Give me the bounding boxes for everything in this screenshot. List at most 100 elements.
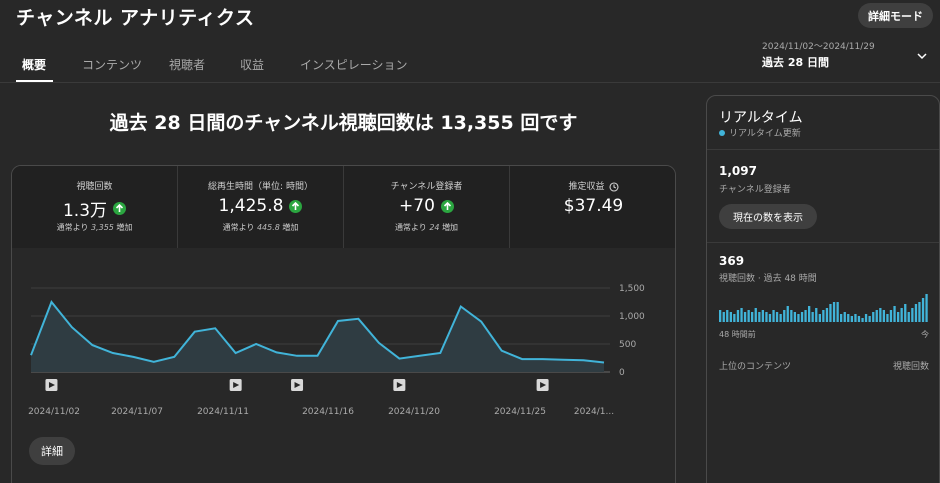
realtime-bar[interactable] — [815, 308, 818, 322]
realtime-bar[interactable] — [907, 312, 910, 322]
tab-inspiration[interactable]: インスピレーション — [300, 56, 408, 73]
views-chart[interactable]: 1,500 1,000 500 0 2024/11/02 2024/11/07 2024/1… — [12, 248, 675, 423]
realtime-bar[interactable] — [747, 310, 750, 322]
date-range-label[interactable]: 過去 28 日間 — [762, 54, 829, 70]
realtime-bar[interactable] — [822, 310, 825, 322]
realtime-bar[interactable] — [875, 310, 878, 322]
realtime-bar[interactable] — [754, 308, 757, 322]
realtime-bar[interactable] — [793, 312, 796, 322]
y-tick-label: 1,000 — [619, 312, 645, 322]
realtime-subscribers-value: 1,097 — [719, 164, 757, 178]
show-current-count-button[interactable]: 現在の数を表示 — [719, 204, 817, 229]
video-marker-icon[interactable] — [536, 379, 549, 391]
realtime-bar[interactable] — [886, 314, 889, 322]
video-marker-icon[interactable] — [393, 379, 406, 391]
advanced-mode-button[interactable]: 詳細モード — [858, 3, 933, 28]
arrow-up-icon — [113, 202, 127, 215]
realtime-bar[interactable] — [772, 310, 775, 322]
realtime-bar[interactable] — [864, 314, 868, 322]
realtime-bar[interactable] — [722, 312, 725, 322]
metric-tabs: 視聴回数 1.3万 通常より 3,355 増加 総再生時間（単位: 時間） 1,… — [12, 166, 675, 248]
realtime-bar[interactable] — [882, 310, 885, 322]
realtime-bar[interactable] — [832, 302, 836, 322]
realtime-bar[interactable] — [797, 314, 800, 322]
realtime-bar[interactable] — [761, 310, 764, 322]
realtime-bar[interactable] — [729, 312, 732, 322]
video-marker-icon[interactable] — [291, 379, 304, 391]
metric-label: チャンネル登録者 — [390, 182, 463, 192]
realtime-bar[interactable] — [900, 308, 903, 322]
realtime-bar[interactable] — [854, 314, 857, 322]
realtime-bar[interactable] — [779, 314, 782, 322]
realtime-bar[interactable] — [733, 314, 736, 322]
chevron-down-icon[interactable] — [916, 50, 928, 62]
realtime-bar[interactable] — [914, 304, 918, 322]
realtime-bar[interactable] — [786, 306, 789, 322]
page-title: チャンネル アナリティクス — [16, 7, 255, 29]
date-range-text[interactable]: 2024/11/02～2024/11/29 — [762, 39, 875, 52]
realtime-bar[interactable] — [843, 312, 846, 322]
video-marker-icon[interactable] — [229, 379, 242, 391]
realtime-bar[interactable] — [790, 310, 793, 322]
realtime-bar[interactable] — [736, 310, 740, 322]
video-marker-icon[interactable] — [45, 379, 58, 391]
realtime-bar[interactable] — [775, 312, 779, 322]
tab-content[interactable]: コンテンツ — [82, 56, 142, 73]
realtime-bar[interactable] — [825, 308, 829, 322]
realtime-bar[interactable] — [879, 308, 882, 322]
details-button[interactable]: 詳細 — [29, 437, 75, 465]
realtime-bar[interactable] — [783, 310, 786, 322]
realtime-bar[interactable] — [719, 310, 722, 322]
realtime-bar[interactable] — [768, 314, 772, 322]
metric-value-row: $37.49 — [510, 196, 675, 216]
overview-card: 視聴回数 1.3万 通常より 3,355 増加 総再生時間（単位: 時間） 1,… — [11, 165, 676, 483]
realtime-bar[interactable] — [829, 304, 832, 322]
metric-revenue[interactable]: 推定収益 $37.49 — [510, 166, 675, 248]
realtime-bar[interactable] — [868, 316, 871, 322]
realtime-bar[interactable] — [800, 312, 804, 322]
y-tick-label: 0 — [619, 368, 625, 378]
metric-note: 通常より 24 増加 — [394, 223, 459, 232]
live-dot-icon — [719, 129, 725, 136]
x-tick-label: 2024/11/11 — [197, 407, 249, 417]
realtime-bar[interactable] — [758, 312, 761, 322]
realtime-bar[interactable] — [850, 316, 853, 322]
realtime-bar[interactable] — [861, 318, 864, 322]
tab-overview[interactable]: 概要 — [22, 56, 46, 73]
realtime-bar[interactable] — [818, 314, 821, 322]
realtime-bar[interactable] — [836, 302, 839, 322]
realtime-bar[interactable] — [765, 312, 768, 322]
realtime-bar[interactable] — [840, 314, 843, 322]
metric-watch-time[interactable]: 総再生時間（単位: 時間） 1,425.8 通常より 445.8 増加 — [178, 166, 344, 248]
summary-headline: 過去 28 日間のチャンネル視聴回数は 13,355 回です — [109, 112, 578, 134]
realtime-bar[interactable] — [740, 308, 743, 322]
metric-note: 通常より 3,355 増加 — [56, 223, 133, 232]
realtime-bar[interactable] — [889, 310, 893, 322]
realtime-bar[interactable] — [918, 302, 921, 322]
realtime-bar[interactable] — [857, 316, 861, 322]
realtime-bar[interactable] — [751, 312, 754, 322]
arrow-up-icon — [440, 199, 454, 213]
realtime-bar[interactable] — [743, 312, 747, 322]
tab-revenue[interactable]: 収益 — [240, 56, 264, 73]
realtime-bar[interactable] — [921, 298, 925, 322]
realtime-bar[interactable] — [808, 306, 811, 322]
metric-value: +70 — [399, 196, 435, 216]
tab-audience[interactable]: 視聴者 — [169, 56, 205, 73]
realtime-bar[interactable] — [893, 306, 896, 322]
realtime-axis-start: 48 時間前 — [719, 330, 756, 339]
x-tick-label: 2024/11/02 — [28, 407, 80, 417]
realtime-bar[interactable] — [804, 310, 807, 322]
realtime-bar[interactable] — [904, 304, 907, 322]
realtime-bar[interactable] — [847, 314, 850, 322]
realtime-bar[interactable] — [897, 312, 900, 322]
metric-label: 推定収益 — [510, 179, 675, 192]
realtime-bar[interactable] — [726, 310, 729, 322]
realtime-bar-chart[interactable] — [707, 286, 939, 326]
metric-subscribers[interactable]: チャンネル登録者 +70 通常より 24 増加 — [344, 166, 510, 248]
metric-views[interactable]: 視聴回数 1.3万 通常より 3,355 増加 — [12, 166, 178, 248]
realtime-bar[interactable] — [872, 312, 875, 322]
realtime-bar[interactable] — [811, 312, 814, 322]
realtime-bar[interactable] — [911, 308, 914, 322]
realtime-bar[interactable] — [925, 294, 928, 322]
